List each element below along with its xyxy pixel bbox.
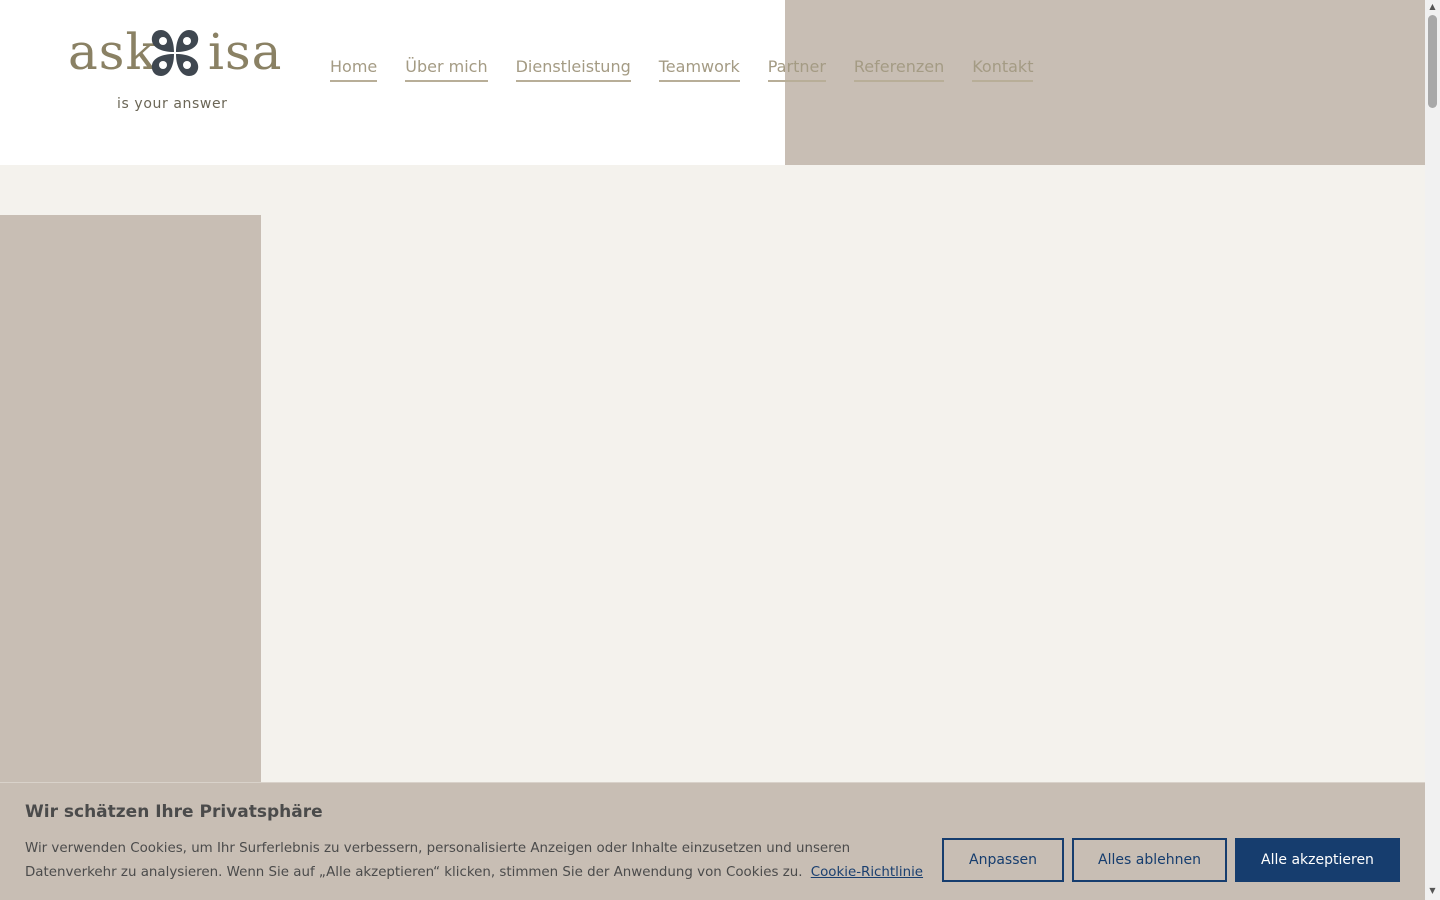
- cookie-consent-banner: Wir schätzen Ihre Privatsphäre Wir verwe…: [0, 782, 1425, 900]
- four-petal-flower-icon: [151, 30, 199, 76]
- nav-item-ueber-mich[interactable]: Über mich: [405, 56, 488, 82]
- nav-item-dienstleistung[interactable]: Dienstleistung: [515, 56, 631, 82]
- site-logo[interactable]: ask isa is your answer: [68, 22, 281, 122]
- nav-item-referenzen[interactable]: Referenzen: [853, 56, 945, 82]
- nav-item-partner[interactable]: Partner: [767, 56, 826, 82]
- scrollbar-thumb[interactable]: [1428, 15, 1437, 108]
- nav-item-kontakt[interactable]: Kontakt: [972, 56, 1034, 82]
- cookie-policy-link[interactable]: Cookie-Richtlinie: [811, 865, 923, 880]
- logo-word-isa: isa: [208, 23, 283, 81]
- logo-tagline: is your answer: [117, 96, 228, 112]
- nav-item-home[interactable]: Home: [330, 56, 378, 82]
- nav-item-teamwork[interactable]: Teamwork: [658, 56, 740, 82]
- page-scrollbar[interactable]: ▲ ▼: [1425, 0, 1440, 900]
- main-navigation: Home Über mich Dienstleistung Teamwork P…: [330, 56, 1034, 82]
- cookie-banner-body: Wir verwenden Cookies, um Ihr Surferlebn…: [25, 841, 851, 880]
- cookie-banner-title: Wir schätzen Ihre Privatsphäre: [25, 802, 323, 822]
- accept-all-cookies-button[interactable]: Alle akzeptieren: [1235, 838, 1400, 882]
- customize-cookies-button[interactable]: Anpassen: [942, 838, 1064, 882]
- scroll-up-arrow-icon[interactable]: ▲: [1428, 2, 1437, 12]
- reject-all-cookies-button[interactable]: Alles ablehnen: [1072, 838, 1227, 882]
- site-header: ask isa is your answer Home Über mich Di…: [0, 0, 1425, 165]
- logo-word-ask: ask: [68, 23, 157, 81]
- cookie-banner-text: Wir verwenden Cookies, um Ihr Surferlebn…: [25, 837, 925, 885]
- hero-side-block: [0, 215, 261, 785]
- scroll-down-arrow-icon[interactable]: ▼: [1428, 886, 1437, 896]
- header-accent-block: [785, 0, 1425, 165]
